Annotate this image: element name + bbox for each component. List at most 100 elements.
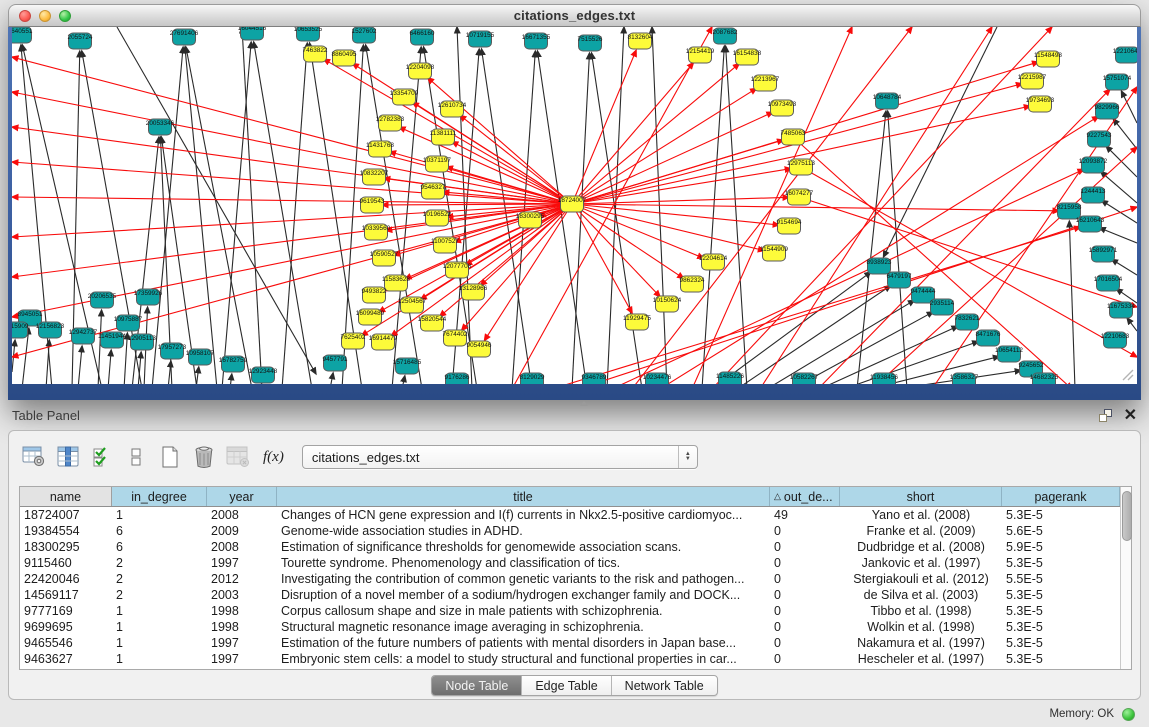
graph-node[interactable]: 6479197: [887, 272, 912, 288]
graph-node[interactable]: 1527602: [352, 27, 377, 43]
graph-node[interactable]: 9176286: [445, 373, 470, 384]
graph-node[interactable]: 16914479: [369, 334, 398, 350]
graph-node[interactable]: 2640551: [12, 27, 33, 43]
column-header-year[interactable]: year: [207, 487, 277, 506]
graph-node[interactable]: 12077708: [443, 262, 472, 278]
graph-node[interactable]: 7832621: [955, 314, 980, 330]
graph-node[interactable]: 17359926: [134, 289, 163, 305]
table-settings-icon[interactable]: [19, 443, 49, 471]
graph-node[interactable]: 12093872: [1079, 157, 1108, 173]
graph-node[interactable]: 12975113: [787, 159, 815, 175]
graph-node[interactable]: 11007527: [431, 237, 459, 253]
scrollbar-thumb[interactable]: [1122, 491, 1132, 541]
graph-node[interactable]: 12154419: [686, 47, 715, 63]
network-canvas[interactable]: 2640551205572427691406160445161065352515…: [12, 27, 1137, 384]
table-row[interactable]: 1938455462009Genome-wide association stu…: [20, 523, 1120, 539]
graph-node[interactable]: 10832207: [360, 169, 389, 185]
graph-node[interactable]: 7674402: [443, 330, 468, 346]
graph-node[interactable]: 7463822: [303, 46, 328, 62]
citation-graph[interactable]: 2640551205572427691406160445161065352515…: [12, 27, 1137, 384]
splitter-handle[interactable]: [575, 400, 591, 407]
graph-node[interactable]: 12156823: [36, 322, 65, 338]
graph-node[interactable]: 7625402: [341, 333, 366, 349]
graph-node[interactable]: 16099489: [356, 309, 385, 325]
graph-node[interactable]: 12610734: [438, 101, 467, 117]
minimize-window-icon[interactable]: [39, 10, 51, 22]
table-scrollbar[interactable]: [1120, 487, 1131, 669]
graph-node[interactable]: 12210644: [1113, 47, 1137, 63]
graph-node[interactable]: 9054946: [467, 341, 492, 357]
graph-node[interactable]: 12942737: [69, 328, 98, 344]
select-all-check-icon[interactable]: [87, 443, 117, 471]
graph-node[interactable]: 8129029: [520, 373, 545, 384]
graph-node[interactable]: 10339560: [362, 224, 391, 240]
graph-node[interactable]: 10654112: [995, 346, 1023, 362]
graph-node[interactable]: 12215987: [1018, 73, 1047, 89]
graph-node[interactable]: 12204098: [406, 63, 435, 79]
graph-node[interactable]: 11548498: [1034, 51, 1062, 67]
window-titlebar[interactable]: citations_edges.txt: [8, 4, 1141, 27]
graph-node[interactable]: 10973493: [768, 100, 797, 116]
graph-node[interactable]: 8860495: [332, 50, 357, 66]
graph-node[interactable]: 13128966: [459, 284, 488, 300]
close-panel-icon[interactable]: ✕: [1124, 409, 1137, 422]
resize-grip-icon[interactable]: [1120, 367, 1134, 381]
graph-node[interactable]: 13354709: [390, 89, 419, 105]
graph-node[interactable]: 2055724: [68, 33, 93, 49]
table-row[interactable]: 1456911722003Disruption of a novel membe…: [20, 587, 1120, 603]
graph-node[interactable]: 27691406: [170, 29, 199, 45]
graph-node[interactable]: 19734693: [1026, 96, 1055, 112]
new-table-icon[interactable]: [155, 443, 185, 471]
graph-node[interactable]: 15820544: [418, 315, 447, 331]
graph-node[interactable]: 16782759: [219, 356, 248, 372]
tab-edge-table[interactable]: Edge Table: [522, 676, 611, 695]
graph-node[interactable]: 6466160: [410, 29, 435, 45]
graph-node[interactable]: 18300295: [516, 212, 545, 228]
graph-node[interactable]: 8132604: [628, 33, 653, 49]
column-header-pagerank[interactable]: pagerank: [1002, 487, 1120, 506]
column-select-icon[interactable]: [53, 443, 83, 471]
graph-node[interactable]: 17016504: [1094, 275, 1123, 291]
table-row[interactable]: 1872400712008Changes of HCN gene express…: [20, 507, 1120, 523]
graph-node[interactable]: 11431768: [366, 141, 394, 157]
float-panel-icon[interactable]: [1099, 409, 1112, 422]
column-header-name[interactable]: name: [20, 487, 112, 506]
graph-node[interactable]: 15892971: [1089, 246, 1118, 262]
graph-node[interactable]: 8471676: [976, 330, 1001, 346]
graph-node[interactable]: 14682325: [1030, 373, 1059, 384]
graph-node[interactable]: 11381111: [430, 129, 457, 145]
table-selector-dropdown[interactable]: citations_edges.txt ▲▼: [302, 445, 698, 469]
graph-node[interactable]: 17957273: [158, 343, 187, 359]
zoom-window-icon[interactable]: [59, 10, 71, 22]
table-row[interactable]: 2242004622012Investigating the contribut…: [20, 571, 1120, 587]
graph-node[interactable]: 9457791: [323, 355, 348, 371]
graph-node[interactable]: 10648784: [873, 93, 902, 109]
graph-node[interactable]: 12905113: [128, 334, 156, 350]
graph-node[interactable]: 16210643: [1076, 216, 1105, 232]
graph-node[interactable]: 11938456: [870, 373, 898, 384]
graph-node[interactable]: 9546327: [421, 183, 446, 199]
graph-node[interactable]: 11485226: [716, 372, 744, 384]
memory-status-icon[interactable]: [1122, 708, 1135, 721]
graph-node[interactable]: 2935114: [930, 299, 955, 315]
column-header-out-de-[interactable]: △out_de...: [770, 487, 840, 506]
graph-node[interactable]: 10150624: [653, 296, 682, 312]
table-row[interactable]: 911546021997Tourette syndrome. Phenomeno…: [20, 555, 1120, 571]
graph-node[interactable]: 7485063: [781, 129, 806, 145]
import-table-icon[interactable]: [223, 443, 253, 471]
graph-node[interactable]: 11451944: [98, 332, 126, 348]
column-header-title[interactable]: title: [277, 487, 770, 506]
graph-node[interactable]: 3915909: [12, 322, 29, 338]
graph-node[interactable]: 10590527: [370, 250, 399, 266]
graph-node[interactable]: 16074277: [785, 189, 814, 205]
graph-node[interactable]: 13586327: [950, 373, 979, 384]
graph-node[interactable]: 10582267: [790, 373, 819, 384]
graph-node[interactable]: 10371197: [423, 156, 451, 172]
graph-node[interactable]: 10958107: [186, 349, 215, 365]
graph-node[interactable]: 16044516: [238, 27, 267, 40]
graph-node[interactable]: 9227543: [1087, 131, 1112, 147]
graph-node[interactable]: 15716485: [393, 358, 422, 374]
table-row[interactable]: 946362711997Embryonic stem cells: a mode…: [20, 651, 1120, 667]
graph-node[interactable]: 16671355: [522, 33, 551, 49]
graph-node[interactable]: 11544909: [760, 245, 788, 261]
